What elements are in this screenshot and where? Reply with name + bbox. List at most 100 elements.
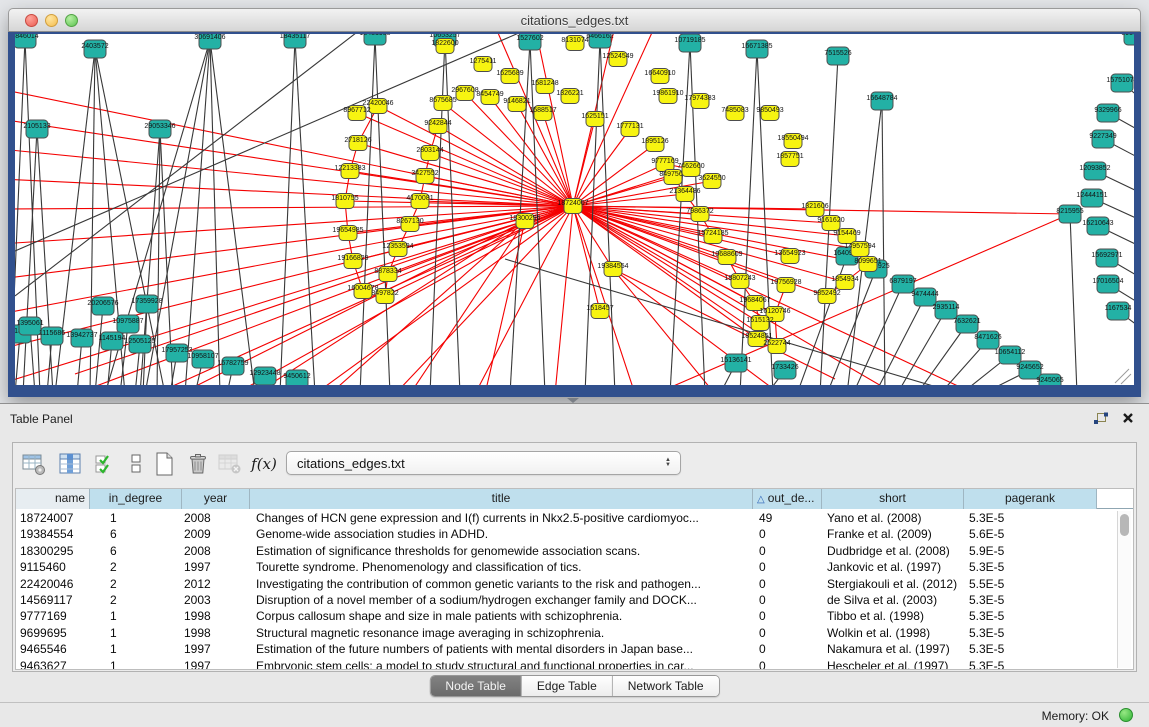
network-canvas-svg[interactable]: 1846014240357230691406184351171843198810… — [15, 34, 1134, 385]
graph-edge[interactable] — [443, 103, 573, 206]
table-row[interactable]: 946362711997Embryonic stem cells: a mode… — [16, 658, 1133, 670]
graph-edge[interactable] — [882, 101, 885, 385]
table-cell[interactable]: Estimation of the future numbers of pati… — [250, 641, 753, 657]
table-cell[interactable]: 19384554 — [16, 526, 90, 542]
graph-edge[interactable] — [210, 40, 255, 385]
table-cell[interactable]: Jankovic et al. (1997) — [822, 559, 964, 575]
table-cell[interactable]: 1 — [90, 608, 182, 624]
table-row[interactable]: 1938455462009Genome-wide association stu… — [16, 526, 1133, 542]
column-header-out_de[interactable]: △out_de... — [753, 489, 822, 509]
graph-edge[interactable] — [613, 269, 715, 385]
function-builder-button[interactable]: f(x) — [250, 450, 278, 478]
table-cell[interactable]: Estimation of significance thresholds fo… — [250, 543, 753, 559]
table-cell[interactable]: 5.3E-5 — [964, 625, 1097, 641]
network-window-titlebar[interactable]: citations_edges.txt — [8, 8, 1141, 32]
table-cell[interactable]: Dudbridge et al. (2008) — [822, 543, 964, 559]
graph-edge[interactable] — [555, 206, 573, 385]
graph-edge[interactable] — [438, 126, 573, 206]
graph-edge[interactable] — [15, 34, 365, 296]
table-cell[interactable]: Yano et al. (2008) — [822, 510, 964, 526]
table-cell[interactable]: 1 — [90, 510, 182, 526]
graph-edge[interactable] — [15, 206, 573, 279]
table-cell[interactable]: 2008 — [182, 543, 250, 559]
close-panel-icon[interactable] — [1121, 411, 1135, 425]
graph-edge[interactable] — [897, 310, 946, 385]
table-cell[interactable]: 2 — [90, 592, 182, 608]
graph-edge[interactable] — [15, 89, 573, 206]
row-height-button[interactable] — [122, 450, 150, 478]
delete-table-button[interactable] — [216, 450, 244, 478]
graph-edge[interactable] — [185, 40, 210, 385]
table-cell[interactable]: Hescheler et al. (1997) — [822, 658, 964, 670]
table-cell[interactable]: 14569117 — [16, 592, 90, 608]
table-cell[interactable]: Disruption of a novel member of a sodium… — [250, 592, 753, 608]
show-column-button[interactable] — [56, 450, 84, 478]
graph-edge[interactable] — [280, 39, 295, 385]
table-cell[interactable]: 18300295 — [16, 543, 90, 559]
table-cell[interactable]: 2008 — [182, 510, 250, 526]
table-cell[interactable]: Wolkin et al. (1998) — [822, 625, 964, 641]
table-cell[interactable]: 0 — [753, 543, 822, 559]
table-row[interactable]: 946554611997Estimation of the future num… — [16, 641, 1133, 657]
table-row[interactable]: 1872400712008Changes of HCN gene express… — [16, 510, 1133, 526]
table-cell[interactable]: Structural magnetic resonance image aver… — [250, 625, 753, 641]
table-row[interactable]: 2242004622012Investigating the contribut… — [16, 576, 1133, 592]
table-cell[interactable]: 0 — [753, 576, 822, 592]
table-cell[interactable]: 5.3E-5 — [964, 658, 1097, 670]
graph-edge[interactable] — [358, 143, 573, 206]
table-cell[interactable]: 0 — [753, 526, 822, 542]
column-header-year[interactable]: year — [182, 489, 250, 509]
table-cell[interactable]: 5.3E-5 — [964, 608, 1097, 624]
graph-edge[interactable] — [145, 40, 210, 385]
graph-edge[interactable] — [15, 206, 573, 209]
table-cell[interactable]: 0 — [753, 592, 822, 608]
table-cell[interactable]: Tourette syndrome. Phenomenology and cla… — [250, 559, 753, 575]
graph-edge[interactable] — [1070, 214, 1077, 385]
table-cell[interactable]: 5.9E-5 — [964, 543, 1097, 559]
table-cell[interactable]: 0 — [753, 625, 822, 641]
graph-edge[interactable] — [15, 206, 573, 349]
table-cell[interactable]: 1997 — [182, 559, 250, 575]
column-header-in_degree[interactable]: in_degree — [90, 489, 182, 509]
table-cell[interactable]: 5.3E-5 — [964, 559, 1097, 575]
table-cell[interactable]: 9699695 — [16, 625, 90, 641]
table-row[interactable]: 911546021997Tourette syndrome. Phenomeno… — [16, 559, 1133, 575]
table-cell[interactable]: 1 — [90, 658, 182, 670]
table-cell[interactable]: Embryonic stem cells: a model to study s… — [250, 658, 753, 670]
table-selector-dropdown[interactable]: citations_edges.txt ▲▼ — [286, 451, 681, 475]
table-cell[interactable]: 18724007 — [16, 510, 90, 526]
graph-edge[interactable] — [360, 36, 375, 385]
table-cell[interactable]: 6 — [90, 543, 182, 559]
column-header-short[interactable]: short — [822, 489, 964, 509]
column-header-title[interactable]: title — [250, 489, 753, 509]
table-cell[interactable]: 5.5E-5 — [964, 576, 1097, 592]
table-cell[interactable]: de Silva et al. (2003) — [822, 592, 964, 608]
tab-network-table[interactable]: Network Table — [613, 676, 719, 696]
table-cell[interactable]: 1998 — [182, 625, 250, 641]
table-cell[interactable]: 49 — [753, 510, 822, 526]
tab-edge-table[interactable]: Edge Table — [522, 676, 613, 696]
scrollbar-thumb[interactable] — [1120, 514, 1129, 536]
table-cell[interactable]: 6 — [90, 526, 182, 542]
table-settings-button[interactable] — [20, 450, 48, 478]
table-row[interactable]: 977716911998Corpus callosum shape and si… — [16, 608, 1133, 624]
table-cell[interactable]: 9115460 — [16, 559, 90, 575]
table-cell[interactable]: 5.3E-5 — [964, 641, 1097, 657]
table-cell[interactable]: 5.3E-5 — [964, 510, 1097, 526]
table-cell[interactable]: 2012 — [182, 576, 250, 592]
table-cell[interactable]: Tibbo et al. (1998) — [822, 608, 964, 624]
minimize-window-button[interactable] — [45, 14, 58, 27]
network-canvas[interactable]: 1846014240357230691406184351171843198810… — [15, 34, 1134, 385]
table-cell[interactable]: 1997 — [182, 641, 250, 657]
new-table-button[interactable] — [150, 450, 178, 478]
graph-edge[interactable] — [295, 39, 315, 385]
table-cell[interactable]: 9465546 — [16, 641, 90, 657]
table-row[interactable]: 969969511998Structural magnetic resonanc… — [16, 625, 1133, 641]
table-cell[interactable]: 0 — [753, 658, 822, 670]
table-cell[interactable]: 2 — [90, 576, 182, 592]
table-cell[interactable]: 9463627 — [16, 658, 90, 670]
table-cell[interactable]: 1 — [90, 641, 182, 657]
table-cell[interactable]: Nakamura et al. (1997) — [822, 641, 964, 657]
table-cell[interactable]: 0 — [753, 559, 822, 575]
table-cell[interactable]: Investigating the contribution of common… — [250, 576, 753, 592]
